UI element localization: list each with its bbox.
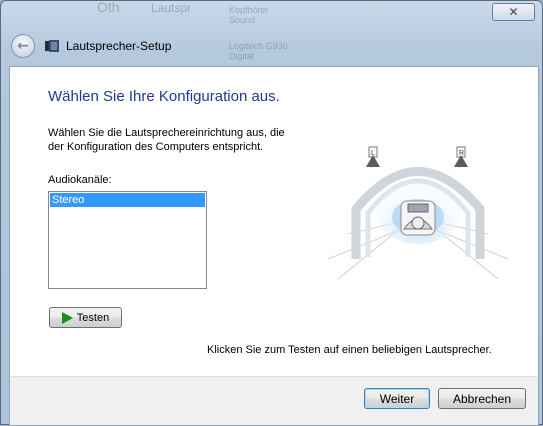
background-text: Logitech G930 (229, 41, 288, 51)
background-text: Kopfhörer (229, 5, 269, 15)
test-button[interactable]: Testen (49, 307, 122, 328)
dialog-footer: Weiter Abbrechen (9, 376, 539, 426)
description-line: Wählen Sie die Lautsprechereinrichtung a… (48, 127, 285, 139)
close-icon: ✕ (508, 5, 519, 19)
content-panel: Wählen Sie Ihre Konfiguration aus. Wähle… (9, 66, 539, 376)
cancel-button[interactable]: Abbrechen (438, 388, 526, 409)
right-speaker-label[interactable]: R (459, 150, 464, 157)
close-button[interactable]: ✕ (492, 3, 535, 21)
speaker-setup-icon (45, 40, 59, 52)
audio-channels-list[interactable]: Stereo (48, 191, 207, 289)
speaker-diagram-icon: L R (328, 146, 508, 280)
list-item-stereo[interactable]: Stereo (50, 193, 205, 207)
test-hint: Klicken Sie zum Testen auf einen beliebi… (207, 344, 492, 356)
description: Wählen Sie die Lautsprechereinrichtung a… (48, 126, 318, 154)
audio-channels-label: Audiokanäle: (48, 174, 112, 186)
description-line: der Konfiguration des Computers entspric… (48, 141, 264, 153)
test-button-label: Testen (76, 311, 110, 324)
window-title: Lautsprecher-Setup (66, 39, 172, 53)
back-arrow-icon: ← (17, 38, 29, 54)
next-button[interactable]: Weiter (364, 388, 430, 409)
background-text: Digital (229, 51, 255, 61)
dialog-window: Oth Lautspr Kopfhörer Sound Logitech G93… (0, 0, 543, 426)
left-speaker-label[interactable]: L (371, 150, 375, 157)
background-text: Sound (229, 15, 256, 25)
background-text: Oth (97, 0, 120, 15)
back-button[interactable]: ← (11, 34, 35, 58)
play-icon (61, 311, 73, 324)
page-heading: Wählen Sie Ihre Konfiguration aus. (48, 88, 280, 105)
background-text: Lautspr (151, 1, 192, 15)
